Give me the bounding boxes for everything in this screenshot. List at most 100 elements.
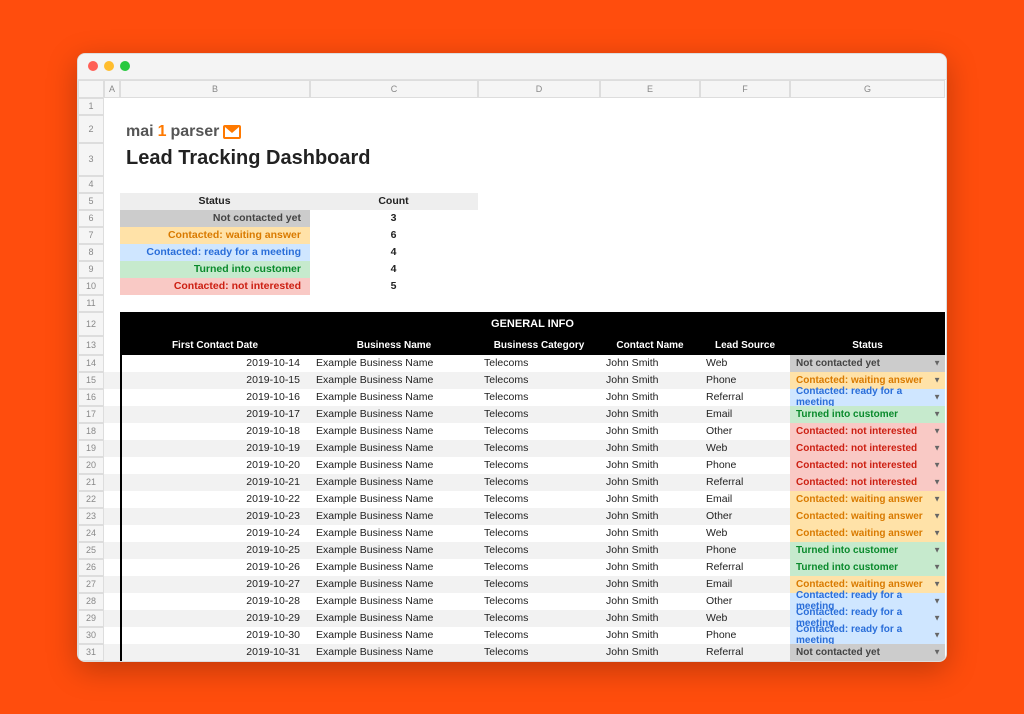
empty-cell[interactable] xyxy=(104,542,120,559)
cell-status-dropdown[interactable]: Contacted: waiting answer▼ xyxy=(790,508,945,525)
cell-business-name[interactable]: Example Business Name xyxy=(310,576,478,593)
empty-cell[interactable] xyxy=(104,389,120,406)
empty-cell[interactable] xyxy=(600,176,700,193)
empty-cell[interactable] xyxy=(700,295,790,312)
cell-business-name[interactable]: Example Business Name xyxy=(310,423,478,440)
empty-cell[interactable] xyxy=(790,227,945,244)
cell-first-contact-date[interactable]: 2019-10-26 xyxy=(120,559,310,576)
empty-cell[interactable] xyxy=(104,559,120,576)
row-header[interactable]: 20 xyxy=(78,457,104,474)
cell-business-category[interactable]: Telecoms xyxy=(478,457,600,474)
empty-cell[interactable] xyxy=(700,278,790,295)
cell-lead-source[interactable]: Email xyxy=(700,576,790,593)
cell-contact-name[interactable]: John Smith xyxy=(600,457,700,474)
cell-business-name[interactable]: Example Business Name xyxy=(310,440,478,457)
cell-business-name[interactable]: Example Business Name xyxy=(310,372,478,389)
cell-contact-name[interactable]: John Smith xyxy=(600,576,700,593)
empty-cell[interactable] xyxy=(700,210,790,227)
cell-business-name[interactable]: Example Business Name xyxy=(310,474,478,491)
empty-cell[interactable] xyxy=(120,176,310,193)
row-header[interactable]: 4 xyxy=(78,176,104,193)
cell-lead-source[interactable]: Other xyxy=(700,593,790,610)
empty-cell[interactable] xyxy=(700,244,790,261)
cell-contact-name[interactable]: John Smith xyxy=(600,389,700,406)
empty-cell[interactable] xyxy=(104,176,120,193)
empty-cell[interactable] xyxy=(104,372,120,389)
row-header[interactable]: 19 xyxy=(78,440,104,457)
cell-first-contact-date[interactable]: 2019-10-17 xyxy=(120,406,310,423)
empty-cell[interactable] xyxy=(478,278,600,295)
cell-lead-source[interactable]: Phone xyxy=(700,372,790,389)
empty-cell[interactable] xyxy=(700,98,790,115)
empty-cell[interactable] xyxy=(104,98,120,115)
empty-cell[interactable] xyxy=(600,98,700,115)
empty-cell[interactable] xyxy=(478,98,600,115)
row-header[interactable]: 1 xyxy=(78,98,104,115)
empty-cell[interactable] xyxy=(478,176,600,193)
cell-contact-name[interactable]: John Smith xyxy=(600,627,700,644)
row-header[interactable]: 3 xyxy=(78,143,104,176)
empty-cell[interactable] xyxy=(790,278,945,295)
cell-lead-source[interactable]: Phone xyxy=(700,457,790,474)
cell-contact-name[interactable]: John Smith xyxy=(600,508,700,525)
empty-cell[interactable] xyxy=(790,176,945,193)
row-header[interactable]: 29 xyxy=(78,610,104,627)
row-header[interactable]: 30 xyxy=(78,627,104,644)
cell-lead-source[interactable]: Email xyxy=(700,491,790,508)
cell-business-name[interactable]: Example Business Name xyxy=(310,525,478,542)
minimize-icon[interactable] xyxy=(104,61,114,71)
corner-cell[interactable] xyxy=(78,80,104,98)
cell-contact-name[interactable]: John Smith xyxy=(600,491,700,508)
empty-cell[interactable] xyxy=(600,193,700,210)
column-header[interactable]: F xyxy=(700,80,790,98)
cell-business-name[interactable]: Example Business Name xyxy=(310,542,478,559)
spreadsheet[interactable]: ABCDEFG12mai1parser3Lead Tracking Dashbo… xyxy=(78,80,946,661)
cell-first-contact-date[interactable]: 2019-10-15 xyxy=(120,372,310,389)
empty-cell[interactable] xyxy=(790,295,945,312)
cell-lead-source[interactable]: Referral xyxy=(700,644,790,661)
cell-status-dropdown[interactable]: Contacted: not interested▼ xyxy=(790,440,945,457)
cell-lead-source[interactable]: Other xyxy=(700,423,790,440)
row-header[interactable]: 14 xyxy=(78,355,104,372)
empty-cell[interactable] xyxy=(600,210,700,227)
empty-cell[interactable] xyxy=(104,474,120,491)
cell-contact-name[interactable]: John Smith xyxy=(600,423,700,440)
empty-cell[interactable] xyxy=(478,261,600,278)
empty-cell[interactable] xyxy=(104,143,120,176)
cell-status-dropdown[interactable]: Contacted: waiting answer▼ xyxy=(790,525,945,542)
cell-business-name[interactable]: Example Business Name xyxy=(310,644,478,661)
row-header[interactable]: 22 xyxy=(78,491,104,508)
cell-lead-source[interactable]: Web xyxy=(700,525,790,542)
row-header[interactable]: 25 xyxy=(78,542,104,559)
cell-first-contact-date[interactable]: 2019-10-25 xyxy=(120,542,310,559)
row-header[interactable]: 23 xyxy=(78,508,104,525)
empty-cell[interactable] xyxy=(104,491,120,508)
row-header[interactable]: 28 xyxy=(78,593,104,610)
row-header[interactable]: 15 xyxy=(78,372,104,389)
empty-cell[interactable] xyxy=(478,227,600,244)
empty-cell[interactable] xyxy=(120,98,310,115)
cell-business-category[interactable]: Telecoms xyxy=(478,355,600,372)
cell-lead-source[interactable]: Referral xyxy=(700,474,790,491)
row-header[interactable]: 7 xyxy=(78,227,104,244)
empty-cell[interactable] xyxy=(790,98,945,115)
row-header[interactable]: 5 xyxy=(78,193,104,210)
cell-contact-name[interactable]: John Smith xyxy=(600,593,700,610)
cell-lead-source[interactable]: Web xyxy=(700,610,790,627)
cell-contact-name[interactable]: John Smith xyxy=(600,372,700,389)
cell-lead-source[interactable]: Web xyxy=(700,440,790,457)
column-header[interactable]: B xyxy=(120,80,310,98)
cell-lead-source[interactable]: Other xyxy=(700,508,790,525)
cell-status-dropdown[interactable]: Turned into customer▼ xyxy=(790,542,945,559)
cell-business-category[interactable]: Telecoms xyxy=(478,576,600,593)
maximize-icon[interactable] xyxy=(120,61,130,71)
row-header[interactable]: 8 xyxy=(78,244,104,261)
row-header[interactable]: 31 xyxy=(78,644,104,661)
empty-cell[interactable] xyxy=(790,261,945,278)
empty-cell[interactable] xyxy=(104,295,120,312)
cell-first-contact-date[interactable]: 2019-10-14 xyxy=(120,355,310,372)
cell-status-dropdown[interactable]: Contacted: ready for a meeting▼ xyxy=(790,389,945,406)
cell-contact-name[interactable]: John Smith xyxy=(600,525,700,542)
cell-first-contact-date[interactable]: 2019-10-18 xyxy=(120,423,310,440)
empty-cell[interactable] xyxy=(790,210,945,227)
